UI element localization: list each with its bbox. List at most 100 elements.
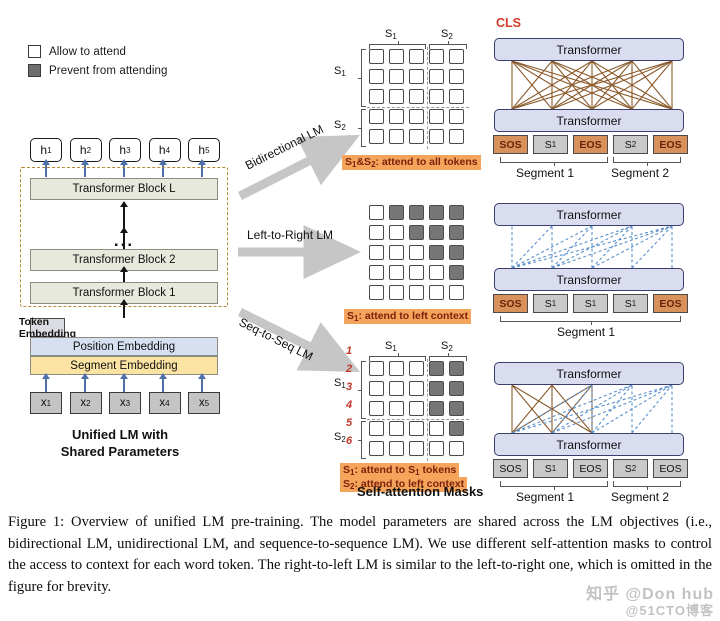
embedding-to-block-arrow	[120, 299, 127, 318]
l2r-token-0: SOS	[493, 294, 528, 313]
l2r-token-2: S1	[573, 294, 608, 313]
mask-cell	[429, 245, 444, 260]
mask-cell	[389, 381, 404, 396]
bidir-token-3: S2	[613, 135, 648, 154]
l2r-transformer-upper: Transformer	[494, 203, 684, 226]
mask-cell	[449, 361, 464, 376]
mask-cell	[389, 421, 404, 436]
figure-caption: Figure 1: Overview of unified LM pre-tra…	[8, 514, 712, 595]
unified-lm-caption-line1: Unified LM with	[71, 427, 169, 442]
unified-lm-caption: Unified LM with Shared Parameters	[10, 426, 230, 460]
mask1-note-text: : attend to all tokens	[375, 156, 478, 168]
mask3-row-divider	[367, 419, 469, 420]
mask-cell	[389, 245, 404, 260]
bidir-token-0: SOS	[493, 135, 528, 154]
transformer-block-L: Transformer Block L	[30, 178, 218, 200]
mask-cell	[409, 265, 424, 280]
mask-cell	[429, 401, 444, 416]
bidir-segment-bracket-1	[500, 157, 608, 166]
mask-cell	[369, 401, 384, 416]
mask-cell	[369, 225, 384, 240]
mask-cell	[369, 361, 384, 376]
bidir-transformer-lower: Transformer	[494, 109, 684, 132]
mask-cell	[409, 361, 424, 376]
mask-cell	[449, 225, 464, 240]
mask-cell	[429, 109, 444, 124]
arrow-label-left-to-right: Left-to-Right LM	[247, 228, 334, 242]
mask-cell	[449, 285, 464, 300]
mask-cell	[369, 265, 384, 280]
s2s-segment-bracket-1	[500, 481, 608, 490]
mask-cell	[449, 129, 464, 144]
cls-label: CLS	[496, 16, 521, 30]
input-token-x3: x3	[109, 392, 141, 414]
block-arrow-mid	[120, 227, 127, 249]
mask3-note-1: S1: attend to S1 tokens	[340, 463, 460, 478]
s2s-token-4: EOS	[653, 459, 688, 478]
mask-cell	[429, 49, 444, 64]
mask-cell	[369, 89, 384, 104]
mask-cell	[449, 69, 464, 84]
mask-cell	[429, 285, 444, 300]
mask1-col-label-s2: S2	[441, 28, 453, 41]
mask3-col-label-s2: S2	[441, 340, 453, 353]
mask-cell	[429, 225, 444, 240]
mask2-note: S1: attend to left context	[344, 309, 472, 324]
s2s-attention-edges	[511, 385, 673, 433]
s2s-segment-label-1: Segment 1	[516, 490, 575, 504]
bidir-token-1: S1	[533, 135, 568, 154]
mask-cell	[409, 49, 424, 64]
mask-cell	[389, 69, 404, 84]
mask-cell	[449, 49, 464, 64]
s2s-transformer-upper: Transformer	[494, 362, 684, 385]
legend-label-allow: Allow to attend	[49, 45, 126, 58]
mask2-note-key: S1	[347, 310, 359, 323]
input-arrow-4	[159, 373, 166, 392]
s2s-token-3: S2	[613, 459, 648, 478]
bidir-attention-edges	[511, 61, 673, 109]
mask-cell	[429, 205, 444, 220]
mask-cell	[369, 129, 384, 144]
s2s-token-1: S1	[533, 459, 568, 478]
mask-cell	[389, 285, 404, 300]
mask3-row-label-s1: S1	[334, 377, 346, 390]
mask1-row-divider	[367, 107, 469, 108]
mask3-watermark-number: 5	[346, 417, 353, 429]
mask1-row-label-s1: S1	[334, 65, 346, 78]
mask3-note2-key: S2	[343, 478, 355, 491]
watermark-line2: @51CTO博客	[625, 603, 714, 618]
masks-title: Self-attention Masks	[357, 484, 484, 499]
bidir-segment-bracket-2	[613, 157, 681, 166]
mask3-watermark-number: 1	[346, 345, 353, 357]
mask-cell	[369, 381, 384, 396]
mask1-row-bracket-s1	[358, 49, 366, 107]
mask-cell	[449, 401, 464, 416]
mask3-col-label-s1: S1	[385, 340, 397, 353]
legend-item-allow: Allow to attend	[28, 42, 168, 61]
mask-cell	[429, 421, 444, 436]
mask-cell	[369, 205, 384, 220]
s2s-segment-bracket-2	[613, 481, 681, 490]
bidir-segment-label-2: Segment 2	[611, 166, 670, 180]
mask1-note-key: S1&S2	[345, 156, 376, 169]
mask-cell	[409, 109, 424, 124]
mask-cell	[409, 381, 424, 396]
mask3-col-divider	[427, 359, 428, 461]
mask-cell	[409, 69, 424, 84]
token-embedding: Token Embedding	[18, 315, 77, 340]
bidir-segment-label-1: Segment 1	[516, 166, 575, 180]
mask-cell	[389, 205, 404, 220]
mask-cell	[449, 441, 464, 456]
s2s-segment-label-2: Segment 2	[611, 490, 670, 504]
mask3-row-bracket-s2	[358, 421, 366, 459]
mask-cell	[429, 69, 444, 84]
mask1-row-bracket-s2	[358, 109, 366, 147]
unified-lm-caption-line2: Shared Parameters	[60, 444, 180, 459]
input-token-row: x1 x2 x3 x4 x5	[30, 392, 220, 414]
mask3-note1-key: S1	[343, 464, 355, 477]
arrow-label-seq-to-seq: Seq-to-Seq LM	[236, 315, 316, 364]
mask3-row-bracket-s1	[358, 361, 366, 419]
mask-cell	[449, 265, 464, 280]
mask-cell	[389, 361, 404, 376]
mask-cell	[409, 129, 424, 144]
